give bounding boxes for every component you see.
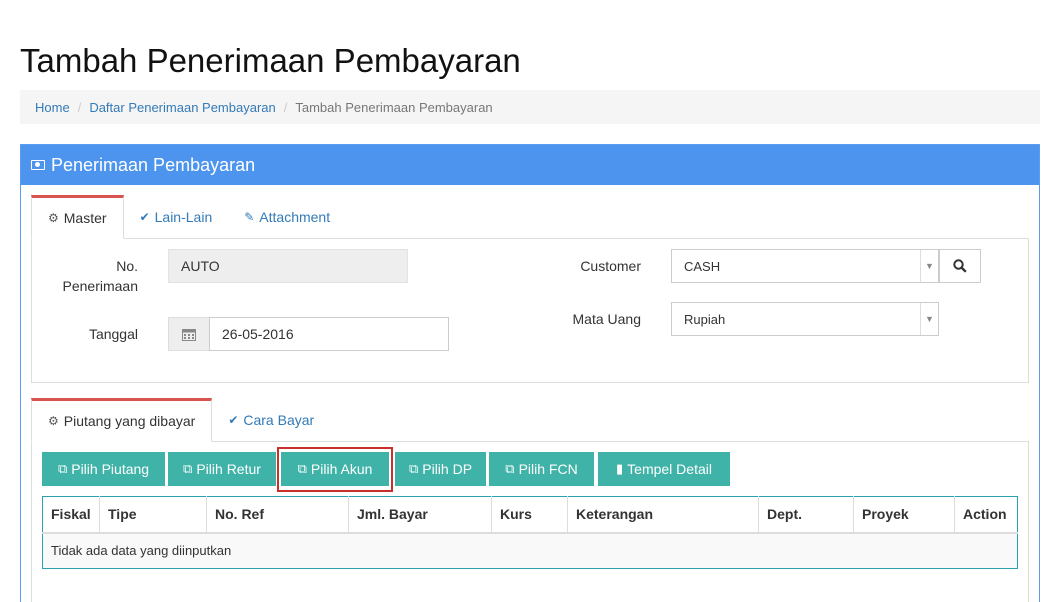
column-header: Dept. — [758, 496, 854, 534]
breadcrumb-current: Tambah Penerimaan Pembayaran — [295, 99, 493, 115]
empty-table-message: Tidak ada data yang diinputkan — [42, 532, 1018, 569]
no-penerimaan-field: AUTO — [168, 249, 408, 283]
top-tabs: ⚙ Master ✔ Lain-Lain ✎ Attachment — [31, 195, 346, 239]
check-circle-icon: ✔ — [139, 210, 150, 224]
pilih-retur-button[interactable]: ⧉ Pilih Retur — [168, 452, 276, 486]
mata-uang-select[interactable]: Rupiah ▼ — [671, 302, 939, 336]
table-header-row: Fiskal Tipe No. Ref Jml. Bayar Kurs Kete… — [42, 496, 1018, 534]
copy-icon: ⧉ — [57, 461, 68, 476]
tab-piutang-label: Piutang yang dibayar — [63, 413, 196, 429]
pilih-retur-label: Pilih Retur — [196, 461, 261, 477]
tab-attachment[interactable]: ✎ Attachment — [228, 195, 346, 239]
tempel-detail-label: Tempel Detail — [627, 461, 712, 477]
column-header: No. Ref — [206, 496, 349, 534]
no-penerimaan-label: No. Penerimaan — [40, 256, 139, 296]
paste-icon: ▮ — [616, 461, 624, 476]
page-title: Tambah Penerimaan Pembayaran — [20, 42, 521, 79]
detail-tabs: ⚙ Piutang yang dibayar ✔ Cara Bayar — [31, 398, 330, 442]
column-header: Action — [954, 496, 1018, 534]
breadcrumb: Home / Daftar Penerimaan Pembayaran / Ta… — [20, 90, 1040, 124]
no-label-line-1: No. — [116, 258, 138, 274]
gears-icon: ⚙ — [48, 211, 59, 225]
copy-icon: ⧉ — [408, 461, 419, 476]
tab-master[interactable]: ⚙ Master — [31, 195, 124, 239]
tanggal-label: Tanggal — [88, 326, 138, 342]
tab-lain-lain-label: Lain-Lain — [154, 209, 213, 225]
column-header: Keterangan — [567, 496, 759, 534]
customer-select[interactable]: CASH ▼ — [671, 249, 939, 283]
mata-uang-label: Mata Uang — [572, 311, 641, 327]
copy-icon: ⧉ — [505, 461, 515, 476]
copy-icon: ⧉ — [183, 461, 193, 476]
tab-piutang[interactable]: ⚙ Piutang yang dibayar — [31, 398, 213, 442]
panel-title: Penerimaan Pembayaran — [51, 154, 256, 175]
breadcrumb-home-link[interactable]: Home — [35, 100, 70, 115]
column-header: Kurs — [491, 496, 568, 534]
paperclip-icon: ✎ — [244, 210, 255, 224]
tempel-detail-button[interactable]: ▮ Tempel Detail — [598, 452, 730, 486]
pilih-dp-button[interactable]: ⧉ Pilih DP — [395, 452, 486, 486]
breadcrumb-list-link[interactable]: Daftar Penerimaan Pembayaran — [89, 100, 275, 115]
pilih-fcn-button[interactable]: ⧉ Pilih FCN — [489, 452, 594, 486]
calendar-icon[interactable] — [168, 317, 210, 351]
tab-lain-lain[interactable]: ✔ Lain-Lain — [124, 195, 229, 239]
pilih-piutang-label: Pilih Piutang — [71, 461, 150, 477]
tab-master-label: Master — [63, 210, 107, 226]
column-header: Proyek — [853, 496, 955, 534]
chevron-down-icon: ▼ — [920, 303, 938, 335]
detail-table: Fiskal Tipe No. Ref Jml. Bayar Kurs Kete… — [42, 496, 1018, 569]
no-label-line-2: Penerimaan — [62, 278, 139, 294]
tanggal-input[interactable]: 26-05-2016 — [209, 317, 449, 351]
chevron-down-icon: ▼ — [920, 250, 938, 282]
column-header: Tipe — [99, 496, 207, 534]
pilih-fcn-label: Pilih FCN — [518, 461, 578, 477]
panel-heading: Penerimaan Pembayaran — [21, 145, 1039, 185]
customer-search-button[interactable] — [939, 249, 981, 283]
tab-attachment-label: Attachment — [259, 209, 331, 225]
pilih-akun-highlight — [277, 447, 393, 492]
column-header: Jml. Bayar — [348, 496, 492, 534]
gears-icon: ⚙ — [48, 414, 59, 428]
pilih-dp-label: Pilih DP — [422, 461, 473, 477]
table-row: Tidak ada data yang diinputkan — [42, 532, 1018, 569]
breadcrumb-separator: / — [283, 99, 288, 115]
customer-label: Customer — [580, 258, 641, 274]
tab-cara-bayar[interactable]: ✔ Cara Bayar — [212, 398, 330, 442]
tab-cara-bayar-label: Cara Bayar — [243, 412, 315, 428]
search-icon — [953, 259, 967, 273]
pilih-piutang-button[interactable]: ⧉ Pilih Piutang — [42, 452, 165, 486]
customer-value: CASH — [684, 258, 721, 274]
check-circle-icon: ✔ — [228, 413, 239, 427]
breadcrumb-separator: / — [77, 99, 82, 115]
money-icon — [31, 160, 45, 170]
column-header: Fiskal — [42, 496, 100, 534]
mata-uang-value: Rupiah — [684, 311, 726, 327]
